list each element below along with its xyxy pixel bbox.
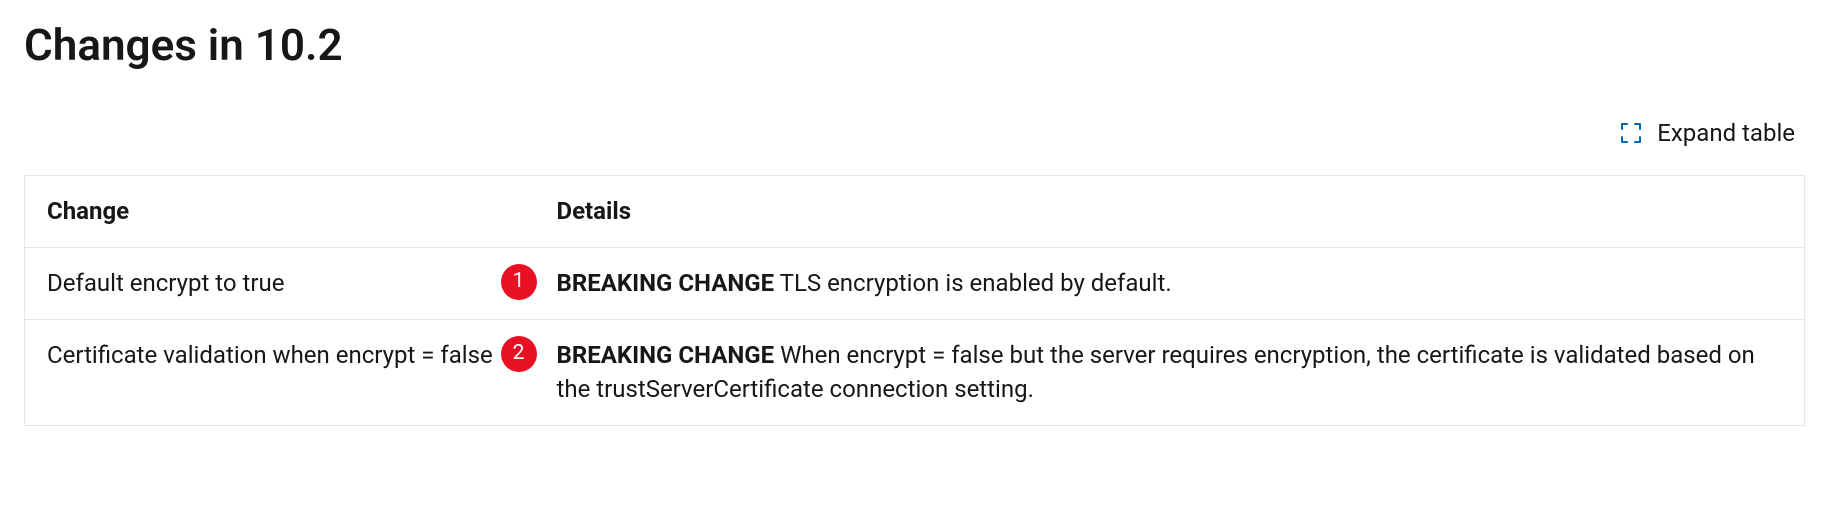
change-cell: Certificate validation when encrypt = fa… (25, 319, 535, 426)
annotation-bubble: 1 (501, 264, 537, 300)
table-toolbar: Expand table (24, 113, 1805, 175)
expand-table-button[interactable]: Expand table (1611, 113, 1803, 153)
change-cell: Default encrypt to true (25, 247, 535, 319)
annotation-bubble: 2 (501, 336, 537, 372)
expand-table-label: Expand table (1657, 119, 1795, 147)
table-row: Default encrypt to true 1 BREAKING CHANG… (25, 247, 1805, 319)
details-cell: 1 BREAKING CHANGE TLS encryption is enab… (535, 247, 1805, 319)
col-header-change: Change (25, 176, 535, 248)
section-heading: Changes in 10.2 (24, 18, 1805, 73)
details-cell: 2 BREAKING CHANGE When encrypt = false b… (535, 319, 1805, 426)
col-header-details: Details (535, 176, 1805, 248)
details-text: TLS encryption is enabled by default. (774, 269, 1172, 297)
changes-table: Change Details Default encrypt to true 1… (24, 175, 1805, 426)
table-row: Certificate validation when encrypt = fa… (25, 319, 1805, 426)
details-tag: BREAKING CHANGE (557, 269, 775, 297)
expand-icon (1619, 121, 1643, 145)
table-header-row: Change Details (25, 176, 1805, 248)
details-tag: BREAKING CHANGE (557, 341, 775, 369)
